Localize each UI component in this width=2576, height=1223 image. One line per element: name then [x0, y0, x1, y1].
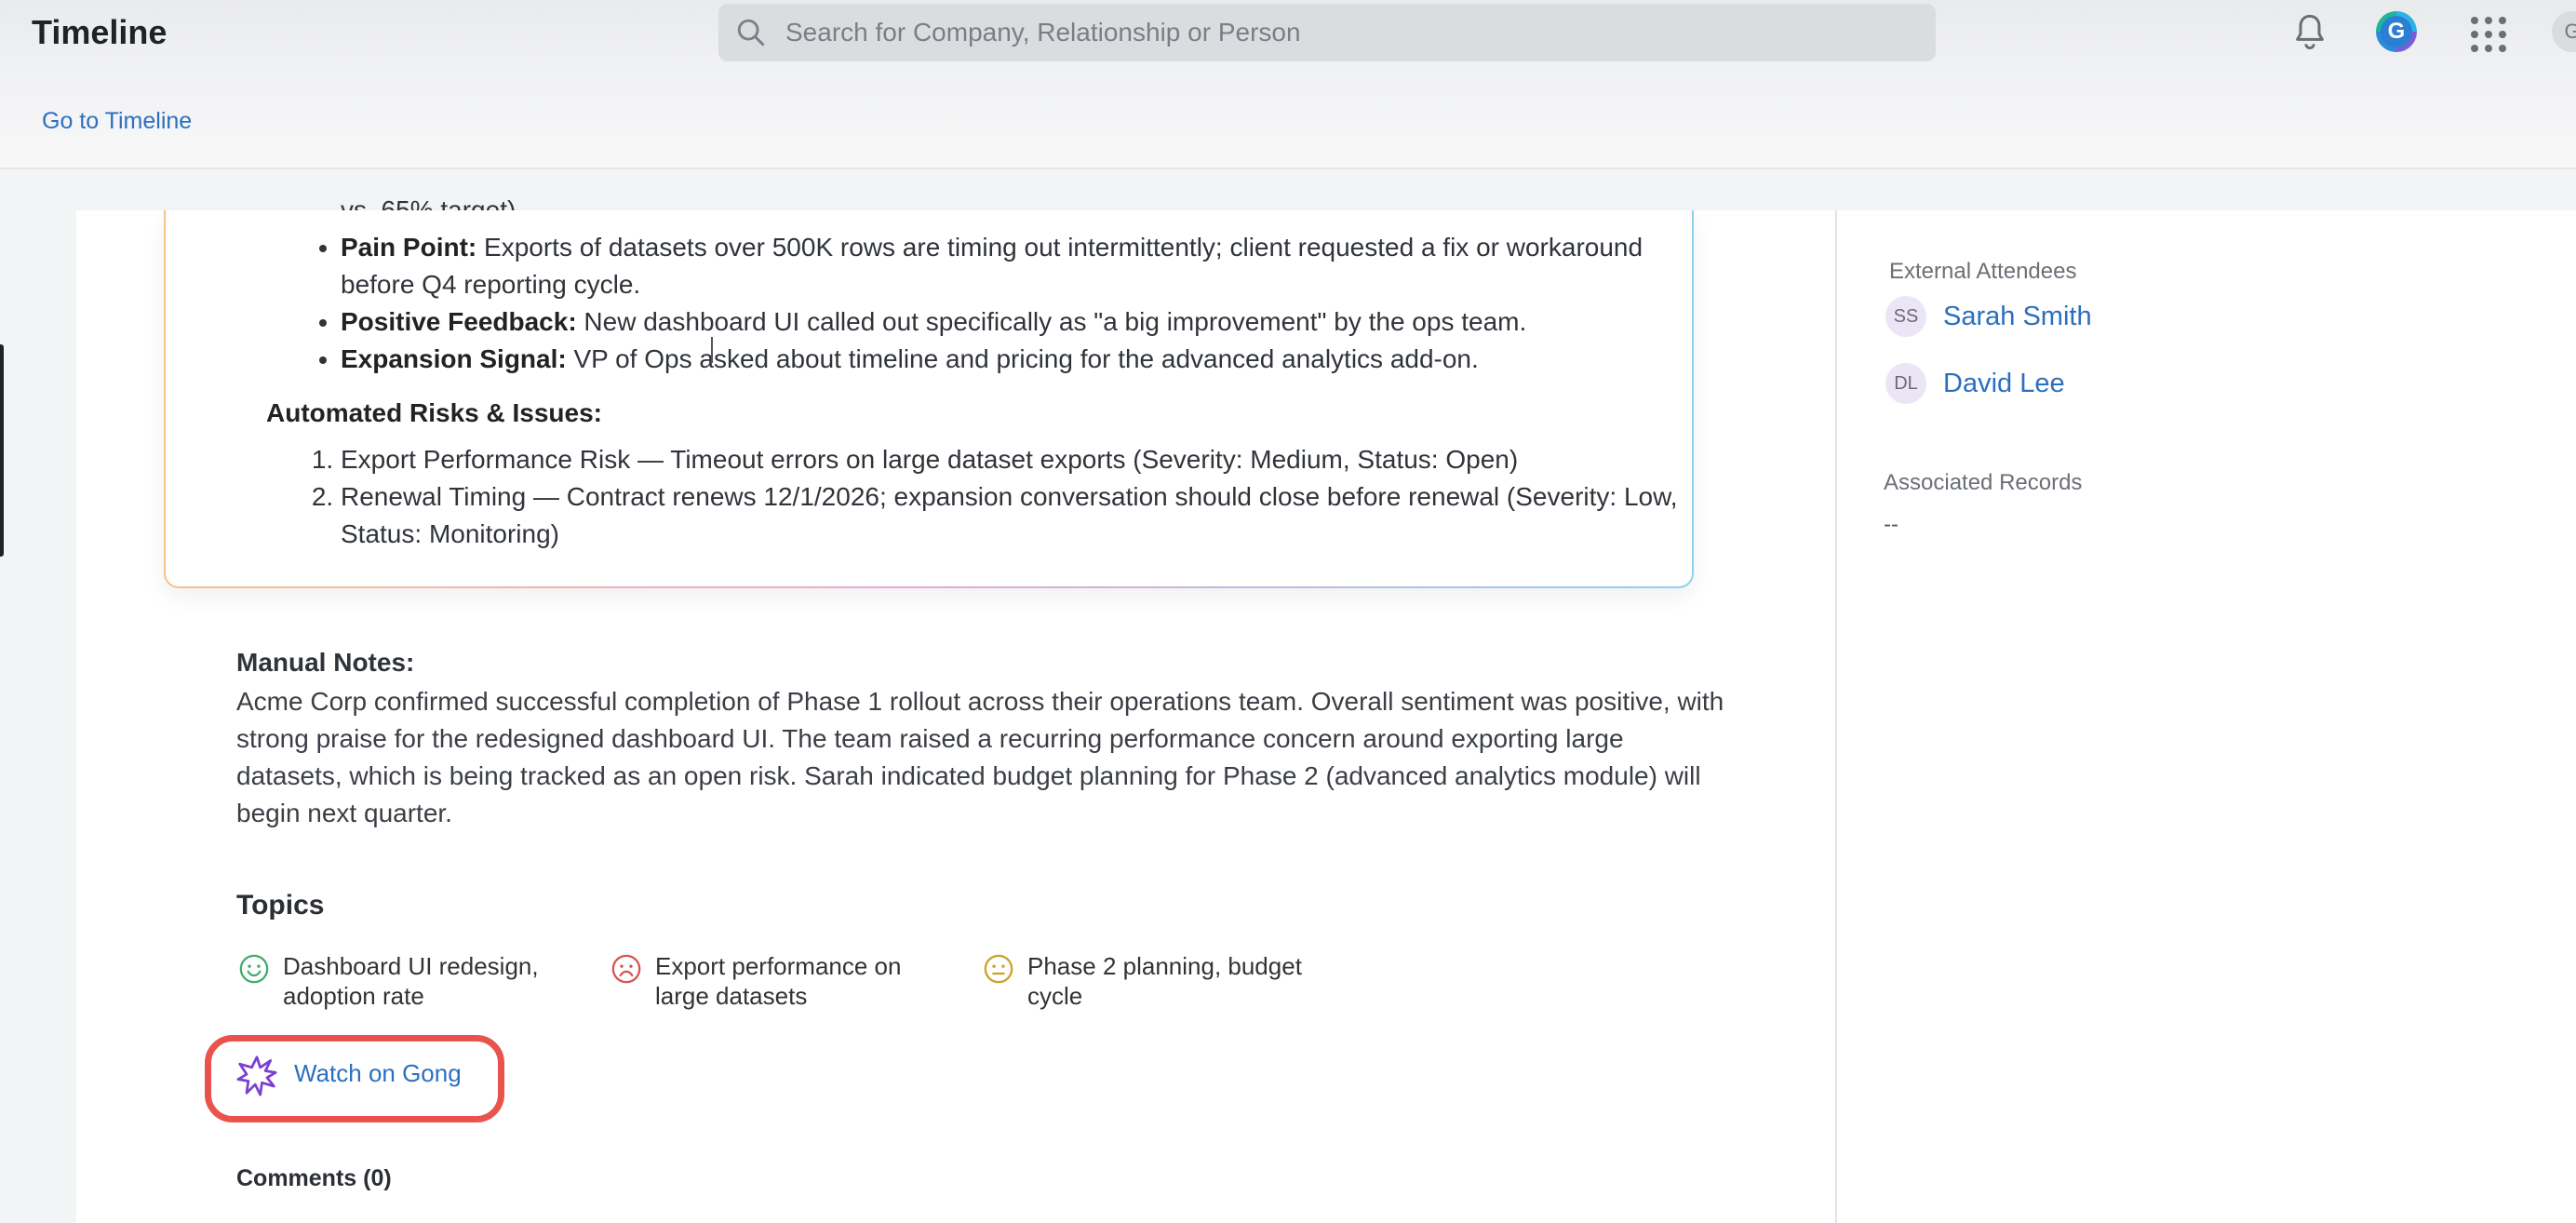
top-bar: Timeline G G Go to Timeline [0, 0, 2576, 169]
negative-sentiment-icon [611, 954, 641, 984]
neutral-sentiment-icon [984, 954, 1013, 984]
positive-sentiment-icon [239, 954, 269, 984]
risk-item: Renewal Timing — Contract renews 12/1/20… [341, 478, 1681, 553]
global-search[interactable] [718, 4, 1936, 61]
left-panel-handle[interactable] [0, 344, 4, 557]
app-launcher-grid-icon[interactable] [2471, 17, 2506, 52]
automated-risks-title: Automated Risks & Issues: [266, 398, 602, 427]
app-title: Timeline [32, 13, 168, 51]
attendee-name-link[interactable]: David Lee [1943, 369, 2065, 399]
topic-label: Export performance on large datasets [655, 952, 902, 1010]
search-icon [737, 19, 765, 47]
watch-on-gong-link[interactable]: Watch on Gong [294, 1059, 462, 1088]
user-avatar[interactable]: G [2376, 11, 2417, 52]
manual-notes-body: Acme Corp confirmed successful completio… [236, 687, 1724, 827]
topics-title: Topics [236, 890, 325, 921]
summary-bullet: Positive Feedback: New dashboard UI call… [341, 303, 1718, 341]
attendee-item[interactable]: SS Sarah Smith [1885, 296, 2092, 337]
gong-starburst-icon[interactable] [236, 1055, 277, 1096]
user-avatar-letter: G [2381, 16, 2412, 47]
summary-bullet: Pain Point: Exports of datasets over 500… [341, 229, 1718, 303]
comments-header[interactable]: Comments (0) [236, 1165, 392, 1192]
summary-cut-line: vs. 65% target). [341, 195, 524, 210]
manual-notes-title: Manual Notes: [236, 648, 415, 677]
attendee-avatar: DL [1885, 363, 1926, 404]
attendee-name-link[interactable]: Sarah Smith [1943, 302, 2092, 332]
summary-bullet: Expansion Signal: VP of Ops asked about … [341, 341, 1718, 378]
secondary-avatar[interactable]: G [2552, 11, 2576, 52]
topic-item: Phase 2 planning, budget cycle [983, 951, 1307, 1011]
attendee-avatar: SS [1885, 296, 1926, 337]
notification-bell-icon[interactable] [2291, 11, 2328, 52]
summary-bullets: Pain Point: Exports of datasets over 500… [294, 229, 1718, 378]
topic-item: Export performance on large datasets [610, 951, 934, 1011]
topic-label: Dashboard UI redesign, adoption rate [283, 952, 539, 1010]
text-cursor [711, 337, 713, 363]
associated-records-value: -- [1884, 512, 1898, 537]
go-to-timeline-link[interactable]: Go to Timeline [42, 108, 192, 135]
risk-item: Export Performance Risk — Timeout errors… [341, 441, 1681, 478]
associated-records-title: Associated Records [1884, 470, 2083, 495]
topic-label: Phase 2 planning, budget cycle [1027, 952, 1302, 1010]
topic-item: Dashboard UI redesign, adoption rate [238, 951, 562, 1011]
external-attendees-title: External Attendees [1889, 259, 2077, 284]
automated-risks-list: Export Performance Risk — Timeout errors… [298, 441, 1681, 553]
attendee-item[interactable]: DL David Lee [1885, 363, 2065, 404]
search-input[interactable] [785, 4, 1902, 61]
